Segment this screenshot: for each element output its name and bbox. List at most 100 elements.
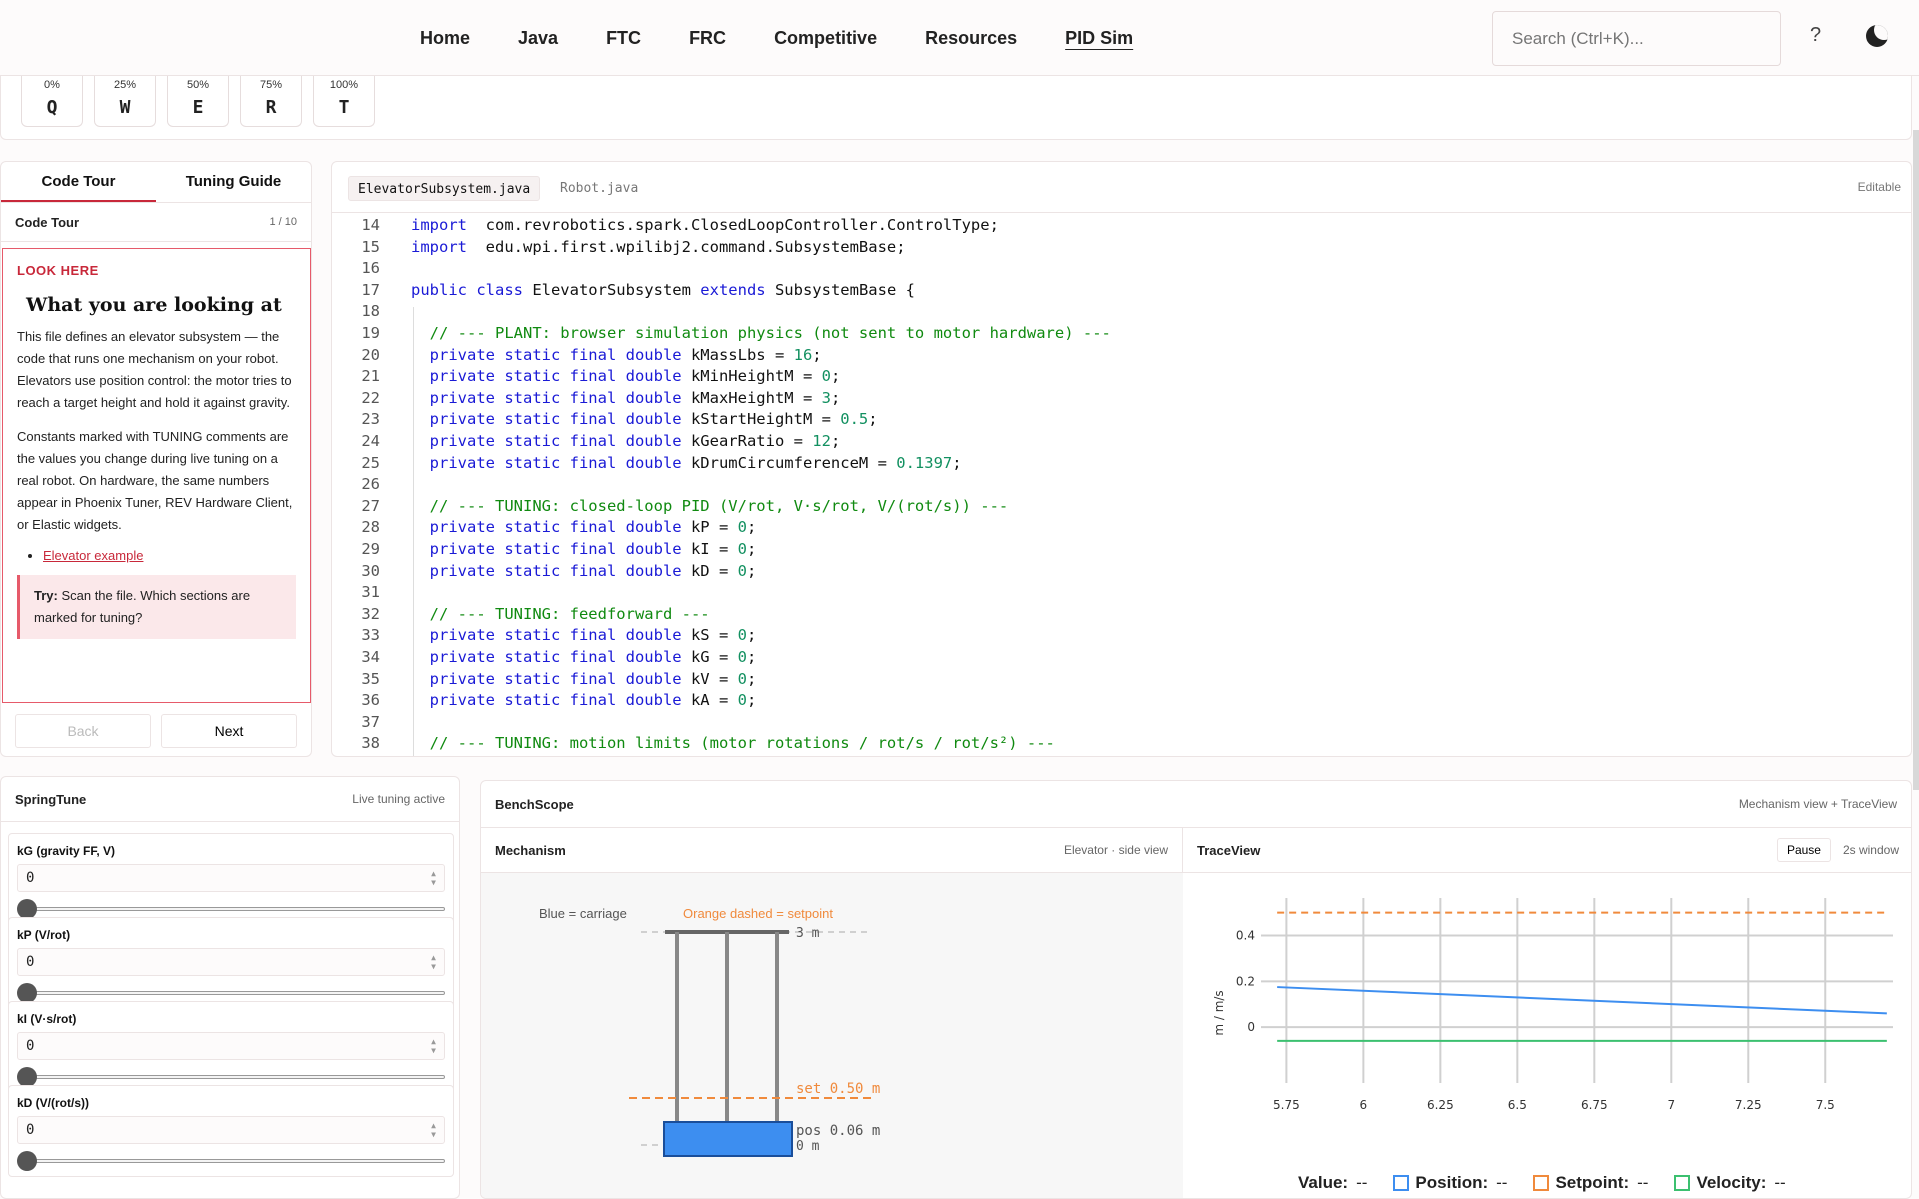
x-tick-label: 7.5 [1816,1098,1835,1112]
velocity-label: Velocity: [1696,1173,1767,1192]
key-card-t[interactable]: 100% T [313,76,375,127]
look-here-label: LOOK HERE [17,263,99,278]
code-token: kV = [681,669,738,688]
param-input[interactable]: 0 ▲ ▼ [17,1116,445,1144]
key-letter: W [119,97,131,118]
code-token: ; [868,410,878,429]
nav-link-home[interactable]: Home [420,28,470,49]
tab-code-tour[interactable]: Code Tour [1,162,156,202]
line-number: 15 [361,237,380,256]
param-value: 0 [26,1122,35,1138]
nav-link-pid-sim[interactable]: PID Sim [1065,28,1133,49]
position-readout: -- [1496,1173,1508,1192]
code-token: kS = [681,626,738,645]
param-card: kD (V/(rot/s)) 0 ▲ ▼ [8,1085,454,1177]
param-value: 0 [26,954,35,970]
spinner-icon[interactable]: ▲ ▼ [431,1037,436,1055]
springtune-panel: SpringTune Live tuning active kG (gravit… [0,776,460,1199]
springtune-status: Live tuning active [352,792,445,806]
param-card: kP (V/rot) 0 ▲ ▼ [8,917,454,1009]
search-input[interactable] [1492,11,1781,66]
code-token: kP = [681,518,738,537]
top-nav: Home Java FTC FRC Competitive Resources PID Si… [0,0,1919,76]
code-token: ; [812,345,822,364]
nav-link-competitive[interactable]: Competitive [774,28,877,49]
code-token: private static final double [411,561,682,580]
page-scrollbar[interactable] [1913,130,1919,790]
code-token: com.revrobotics.spark.ClosedLoopControll… [467,216,999,234]
nav-link-frc[interactable]: FRC [689,28,726,49]
code-token: import [411,237,467,256]
series-line-position [1277,986,1887,1015]
code-token: public class [411,280,523,299]
file-tab-elevator[interactable]: ElevatorSubsystem.java [348,176,541,201]
key-percent: 50% [186,79,210,91]
next-button[interactable]: Next [161,714,297,748]
elevator-carriage[interactable] [663,1121,793,1157]
tab-tuning-guide[interactable]: Tuning Guide [156,162,311,202]
spinner-icon[interactable]: ▲ ▼ [431,1121,436,1139]
code-token: 0 [737,691,747,710]
code-token: kG = [681,648,738,666]
param-slider-track[interactable] [19,991,445,995]
param-input[interactable]: 0 ▲ ▼ [17,948,445,976]
key-card-e[interactable]: 50% E [167,76,229,127]
trace-chart: m / m/s 5.75 6 6.25 6.5 6.75 7 7.25 7.5 0 0.2 0.4 [1212,898,1893,1112]
code-token: import [411,216,467,234]
key-card-q[interactable]: 0% Q [21,76,83,127]
springtune-title: SpringTune [15,791,87,807]
elevator-example-link[interactable]: Elevator example [43,548,143,563]
code-token: SubsystemBase { [765,280,915,299]
code-body[interactable]: 14 import com.revrobotics.spark.ClosedLoo… [332,213,1911,756]
param-slider-track[interactable] [19,1159,445,1163]
param-slider-track[interactable] [19,907,445,911]
traceview: TraceView Pause 2s window m / m/s 5.75 6 6… [1183,828,1911,1198]
param-slider-thumb[interactable] [17,1067,37,1087]
param-slider-thumb[interactable] [17,983,37,1003]
param-input[interactable]: 0 ▲ ▼ [17,1032,445,1060]
line-number: 29 [361,540,380,558]
benchscope-title: BenchScope [495,796,574,812]
top-height-label: 3 m [796,926,820,941]
line-number: 37 [361,712,380,731]
param-value: 0 [26,1038,35,1054]
spinner-icon[interactable]: ▲ ▼ [431,869,436,887]
line-number: 22 [361,388,380,407]
code-token: 0 [737,648,747,666]
code-token: private static final double [411,648,682,666]
code-token: private static final double [411,669,682,688]
nav-link-resources[interactable]: Resources [925,28,1017,49]
x-tick-label: 6.75 [1581,1098,1608,1112]
key-card-w[interactable]: 25% W [94,76,156,127]
param-input[interactable]: 0 ▲ ▼ [17,864,445,892]
velocity-readout: -- [1774,1173,1786,1192]
code-token: kStartHeightM = [681,410,841,429]
x-tick-label: 7 [1667,1098,1675,1112]
nav-link-java[interactable]: Java [518,28,558,49]
file-tab-robot[interactable]: Robot.java [551,176,647,201]
line-number: 19 [361,324,380,342]
param-label: kI (V·s/rot) [17,1012,77,1026]
carriage-legend: Blue = carriage [539,906,627,921]
key-card-r[interactable]: 75% R [240,76,302,127]
code-token: kA = [681,691,738,710]
code-token: kMaxHeightM = [681,388,822,407]
back-button[interactable]: Back [15,714,151,748]
code-token: kMassLbs = [681,345,794,364]
moon-icon[interactable] [1866,25,1888,47]
param-slider-thumb[interactable] [17,1151,37,1171]
mechanism-view: Mechanism Elevator · side view Blue = ca… [481,828,1183,1198]
code-token: extends [700,280,766,299]
tour-title: Code Tour [15,214,80,230]
param-slider-track[interactable] [19,1075,445,1079]
param-slider-thumb[interactable] [17,899,37,919]
help-icon[interactable]: ? [1810,24,1821,47]
spinner-icon[interactable]: ▲ ▼ [431,953,436,971]
try-text: Scan the file. Which sections are marked… [34,588,251,625]
code-token: 16 [793,345,813,364]
nav-link-ftc[interactable]: FTC [606,28,641,49]
pause-button[interactable]: Pause [1776,838,1831,862]
key-percent: 25% [113,79,137,91]
line-number: 18 [361,302,380,321]
code-token: kGearRatio = [681,432,813,450]
